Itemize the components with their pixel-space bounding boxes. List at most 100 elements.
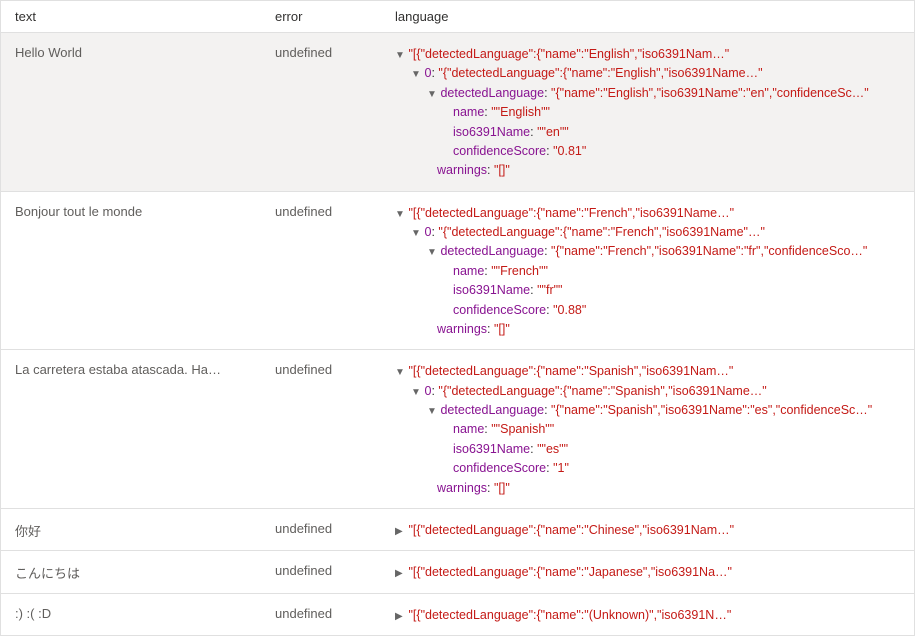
tree-node: confidenceScore: "0.81" — [395, 142, 900, 161]
tree-value: "[]" — [494, 163, 510, 177]
tree-value: "[]" — [494, 481, 510, 495]
tree-value: "{"name":"French","iso6391Name":"fr","co… — [551, 244, 867, 258]
cell-error: undefined — [261, 350, 381, 508]
tree-key: warnings — [437, 322, 487, 336]
tree-node: iso6391Name: ""fr"" — [395, 281, 900, 300]
cell-language: ▶ "[{"detectedLanguage":{"name":"(Unknow… — [381, 594, 914, 635]
tree-key: name — [453, 422, 484, 436]
tree-node: confidenceScore: "1" — [395, 459, 900, 478]
table-row[interactable]: :) :( :Dundefined ▶ "[{"detectedLanguage"… — [1, 594, 914, 635]
tree-node: warnings: "[]" — [395, 161, 900, 180]
tree-value: "[{"detectedLanguage":{"name":"Chinese",… — [408, 523, 734, 537]
tree-value: ""English"" — [491, 105, 550, 119]
tree-value: ""fr"" — [537, 283, 562, 297]
tree-value: "{"detectedLanguage":{"name":"English","… — [438, 66, 762, 80]
tree-node: iso6391Name: ""es"" — [395, 440, 900, 459]
tree-toggle-item-icon[interactable]: ▼ — [411, 385, 421, 401]
tree-node: ▼ 0: "{"detectedLanguage":{"name":"Engli… — [395, 64, 900, 83]
cell-text: Bonjour tout le monde — [1, 192, 261, 350]
tree-node: ▼ detectedLanguage: "{"name":"English","… — [395, 84, 900, 103]
tree-value: "{"detectedLanguage":{"name":"Spanish","… — [438, 384, 766, 398]
tree-toggle-root-icon[interactable]: ▶ — [395, 566, 405, 582]
tree-value: "{"name":"English","iso6391Name":"en","c… — [551, 86, 869, 100]
tree-value: "[{"detectedLanguage":{"name":"Japanese"… — [408, 565, 732, 579]
tree-node: ▼ detectedLanguage: "{"name":"French","i… — [395, 242, 900, 261]
tree-node: iso6391Name: ""en"" — [395, 123, 900, 142]
tree-node: ▼ 0: "{"detectedLanguage":{"name":"Spani… — [395, 382, 900, 401]
tree-key: iso6391Name — [453, 442, 530, 456]
tree-value: "[{"detectedLanguage":{"name":"(Unknown)… — [408, 608, 731, 622]
tree-value: "[{"detectedLanguage":{"name":"Spanish",… — [408, 364, 733, 378]
tree-key: name — [453, 264, 484, 278]
tree-toggle-root-icon[interactable]: ▼ — [395, 48, 405, 64]
tree-key: detectedLanguage — [440, 403, 544, 417]
tree-node: ▼ "[{"detectedLanguage":{"name":"French"… — [395, 204, 900, 223]
tree-toggle-detected-icon[interactable]: ▼ — [427, 87, 437, 103]
table-row[interactable]: 你好undefined ▶ "[{"detectedLanguage":{"nam… — [1, 509, 914, 551]
tree-key: iso6391Name — [453, 125, 530, 139]
cell-error: undefined — [261, 33, 381, 191]
header-error[interactable]: error — [261, 1, 381, 32]
tree-node: name: ""French"" — [395, 262, 900, 281]
results-table: text error language Hello Worldundefined… — [0, 0, 915, 636]
cell-text: :) :( :D — [1, 594, 261, 635]
cell-error: undefined — [261, 509, 381, 550]
tree-value: ""French"" — [491, 264, 548, 278]
table-header: text error language — [1, 1, 914, 33]
tree-node: ▼ detectedLanguage: "{"name":"Spanish","… — [395, 401, 900, 420]
tree-node: confidenceScore: "0.88" — [395, 301, 900, 320]
tree-value: "{"name":"Spanish","iso6391Name":"es","c… — [551, 403, 872, 417]
tree-toggle-root-icon[interactable]: ▶ — [395, 609, 405, 625]
tree-toggle-detected-icon[interactable]: ▼ — [427, 245, 437, 261]
tree-node: ▶ "[{"detectedLanguage":{"name":"Chinese… — [395, 521, 900, 540]
tree-node: ▼ 0: "{"detectedLanguage":{"name":"Frenc… — [395, 223, 900, 242]
cell-language: ▼ "[{"detectedLanguage":{"name":"Spanish… — [381, 350, 914, 508]
header-text[interactable]: text — [1, 1, 261, 32]
tree-node: ▶ "[{"detectedLanguage":{"name":"Japanes… — [395, 563, 900, 582]
tree-toggle-root-icon[interactable]: ▼ — [395, 207, 405, 223]
tree-node: ▼ "[{"detectedLanguage":{"name":"Spanish… — [395, 362, 900, 381]
tree-toggle-root-icon[interactable]: ▼ — [395, 365, 405, 381]
tree-key: detectedLanguage — [440, 86, 544, 100]
tree-node: warnings: "[]" — [395, 479, 900, 498]
table-row[interactable]: La carretera estaba atascada. Ha…undefin… — [1, 350, 914, 509]
tree-key: name — [453, 105, 484, 119]
tree-node: warnings: "[]" — [395, 320, 900, 339]
table-row[interactable]: Hello Worldundefined▼ "[{"detectedLangua… — [1, 33, 914, 192]
header-language[interactable]: language — [381, 1, 914, 32]
tree-value: ""es"" — [537, 442, 568, 456]
cell-text: Hello World — [1, 33, 261, 191]
tree-node: name: ""Spanish"" — [395, 420, 900, 439]
tree-toggle-item-icon[interactable]: ▼ — [411, 67, 421, 83]
tree-value: ""Spanish"" — [491, 422, 554, 436]
tree-value: "1" — [553, 461, 569, 475]
table-row[interactable]: Bonjour tout le mondeundefined▼ "[{"dete… — [1, 192, 914, 351]
tree-toggle-detected-icon[interactable]: ▼ — [427, 404, 437, 420]
cell-language: ▶ "[{"detectedLanguage":{"name":"Chinese… — [381, 509, 914, 550]
cell-language: ▼ "[{"detectedLanguage":{"name":"English… — [381, 33, 914, 191]
cell-language: ▼ "[{"detectedLanguage":{"name":"French"… — [381, 192, 914, 350]
tree-key: confidenceScore — [453, 461, 546, 475]
table-row[interactable]: こんにちはundefined▶ "[{"detectedLanguage":{"… — [1, 551, 914, 593]
cell-error: undefined — [261, 594, 381, 635]
tree-value: ""en"" — [537, 125, 569, 139]
cell-text: こんにちは — [1, 551, 261, 592]
tree-node: name: ""English"" — [395, 103, 900, 122]
tree-value: "0.81" — [553, 144, 586, 158]
cell-text: 你好 — [1, 509, 261, 550]
tree-value: "0.88" — [553, 303, 586, 317]
tree-key: warnings — [437, 163, 487, 177]
tree-node: ▶ "[{"detectedLanguage":{"name":"(Unknow… — [395, 606, 900, 625]
tree-value: "[{"detectedLanguage":{"name":"French","… — [408, 206, 734, 220]
tree-value: "[]" — [494, 322, 510, 336]
cell-language: ▶ "[{"detectedLanguage":{"name":"Japanes… — [381, 551, 914, 592]
tree-key: confidenceScore — [453, 303, 546, 317]
tree-key: iso6391Name — [453, 283, 530, 297]
tree-toggle-item-icon[interactable]: ▼ — [411, 226, 421, 242]
cell-text: La carretera estaba atascada. Ha… — [1, 350, 261, 508]
tree-toggle-root-icon[interactable]: ▶ — [395, 524, 405, 540]
tree-value: "[{"detectedLanguage":{"name":"English",… — [408, 47, 729, 61]
tree-value: "{"detectedLanguage":{"name":"French","i… — [438, 225, 765, 239]
tree-key: confidenceScore — [453, 144, 546, 158]
table-body: Hello Worldundefined▼ "[{"detectedLangua… — [1, 33, 914, 635]
